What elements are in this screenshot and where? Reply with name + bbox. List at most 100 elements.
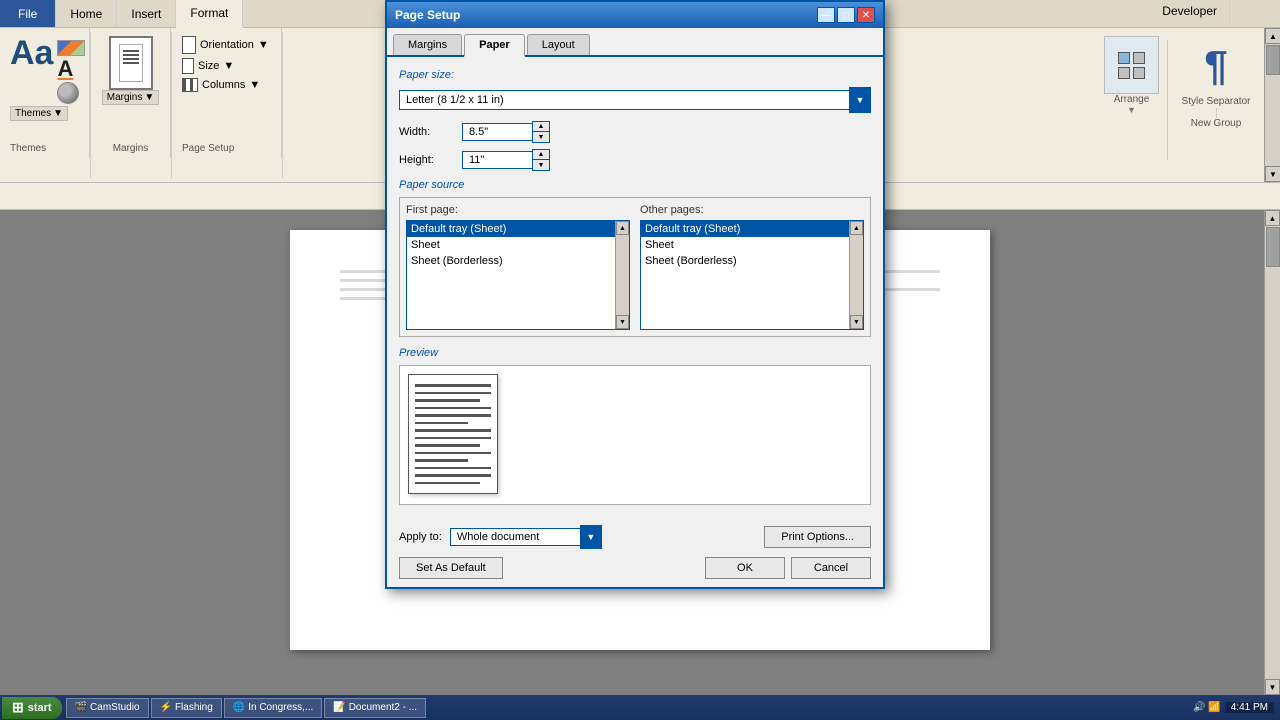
dialog-controls: — □ ✕ [817,7,875,23]
arrange-group: Arrange ▼ [1104,36,1159,115]
dialog-close-btn[interactable]: ✕ [857,7,875,23]
camstudio-icon: 🎬 [75,702,87,713]
dialog-minimize-btn[interactable]: — [817,7,835,23]
browser-icon: 🌐 [233,702,245,713]
other-pages-col: Other pages: Default tray (Sheet) Sheet … [640,204,864,330]
doc-scroll-down-btn[interactable]: ▼ [1265,679,1280,695]
other-pages-scroll-up[interactable]: ▲ [850,221,863,235]
other-pages-scrollbar: ▲ ▼ [849,221,863,329]
ribbon-group-margins: Margins ▼ Margins [91,28,171,158]
style-separator-label: Style Separator [1182,96,1251,108]
paragraph-mark-icon: ¶ [1204,45,1227,87]
congress-label: In Congress,... [248,702,313,713]
paper-size-section-label: Paper size: [399,69,871,81]
first-page-scroll-up[interactable]: ▲ [616,221,629,235]
taskbar-items: 🎬 CamStudio ⚡ Flashing 🌐 In Congress,...… [62,698,426,718]
other-pages-scroll-down[interactable]: ▼ [850,315,863,329]
first-page-item-2[interactable]: Sheet (Borderless) [407,253,629,269]
margins-button[interactable]: Margins ▼ [102,90,159,105]
taskbar-item-flashing[interactable]: ⚡ Flashing [151,698,222,718]
height-input[interactable] [462,151,532,169]
other-pages-item-1[interactable]: Sheet [641,237,863,253]
preview-line-13 [415,474,491,477]
taskbar-clock: 4:41 PM [1225,702,1274,713]
dialog-title: Page Setup [395,8,460,22]
ribbon-group-themes: Aa A Themes ▼ Themes [0,28,90,158]
first-page-col: First page: Default tray (Sheet) Sheet S… [406,204,630,330]
height-decrement-btn[interactable]: ▼ [533,160,549,170]
themes-label: Themes [15,108,51,119]
preview-line-9 [415,444,480,447]
themes-font-icon: A [57,58,85,80]
arrange-chevron: ▼ [1127,105,1136,115]
set-default-button[interactable]: Set As Default [399,557,503,579]
taskbar-item-congress[interactable]: 🌐 In Congress,... [224,698,322,718]
cancel-button[interactable]: Cancel [791,557,871,579]
apply-to-dropdown-btn[interactable]: ▼ [580,525,602,549]
height-increment-btn[interactable]: ▲ [533,150,549,160]
tab-format[interactable]: Format [176,0,243,28]
tab-file[interactable]: File [0,0,56,27]
tab-paper[interactable]: Paper [464,34,525,57]
tab-home[interactable]: Home [56,0,117,27]
themes-button[interactable]: Themes ▼ [10,106,68,121]
height-spinner: ▲ ▼ [462,149,550,171]
first-page-item-0[interactable]: Default tray (Sheet) [407,221,629,237]
columns-button[interactable]: Columns ▼ [182,78,269,92]
width-decrement-btn[interactable]: ▼ [533,132,549,142]
orientation-button[interactable]: Orientation ▼ [182,36,269,54]
ok-button[interactable]: OK [705,557,785,579]
dialog-body: Paper size: Letter (8 1/2 x 11 in) ▼ Wid… [387,57,883,517]
first-page-listbox-container: Default tray (Sheet) Sheet Sheet (Border… [406,220,630,330]
preview-line-11 [415,459,468,462]
apply-row: Apply to: Whole document ▼ Print Options… [399,525,871,549]
arrange-button[interactable] [1104,36,1159,94]
margins-group-label: Margins [113,139,149,154]
print-options-button[interactable]: Print Options... [764,526,871,548]
width-spinner-btns: ▲ ▼ [532,121,550,143]
first-page-item-1[interactable]: Sheet [407,237,629,253]
width-increment-btn[interactable]: ▲ [533,122,549,132]
start-label: start [28,702,52,714]
tab-margins[interactable]: Margins [393,34,462,55]
paper-source-label: Paper source [399,179,871,191]
paper-size-dropdown-btn[interactable]: ▼ [849,87,871,113]
preview-box [399,365,871,505]
taskbar-item-document[interactable]: 📝 Document2 - ... [324,698,426,718]
camstudio-label: CamStudio [90,702,139,713]
size-button[interactable]: Size ▼ [182,58,269,74]
start-button[interactable]: ⊞ start [2,697,62,719]
preview-page [408,374,498,494]
page-setup-group-label: Page Setup [182,139,234,154]
ribbon-scroll-up[interactable]: ▲ [1265,28,1280,44]
doc-scroll-thumb [1266,227,1280,267]
preview-line-8 [415,437,491,440]
dialog-maximize-btn[interactable]: □ [837,7,855,23]
width-input[interactable] [462,123,532,141]
style-separator-group: ¶ Style Separator New Group [1176,36,1256,129]
preview-line-6 [415,422,468,425]
ribbon-scroll-down[interactable]: ▼ [1265,166,1280,182]
taskbar-item-camstudio[interactable]: 🎬 CamStudio [66,698,149,718]
tab-developer[interactable]: Developer [1150,0,1230,22]
windows-icon: ⊞ [12,699,24,716]
tab-insert[interactable]: Insert [117,0,176,27]
ok-cancel-buttons: OK Cancel [705,557,871,579]
first-page-scroll-down[interactable]: ▼ [616,315,629,329]
apply-to-select[interactable]: Whole document [450,528,580,546]
tab-layout[interactable]: Layout [527,34,590,55]
other-pages-item-0[interactable]: Default tray (Sheet) [641,221,863,237]
size-icon [182,58,194,74]
height-row: Height: ▲ ▼ [399,149,871,171]
style-separator-button[interactable]: ¶ [1187,36,1245,96]
other-pages-listbox[interactable]: Default tray (Sheet) Sheet Sheet (Border… [640,220,864,330]
other-pages-item-2[interactable]: Sheet (Borderless) [641,253,863,269]
first-page-listbox[interactable]: Default tray (Sheet) Sheet Sheet (Border… [406,220,630,330]
preview-line-14 [415,482,480,485]
apply-to-label: Apply to: [399,531,442,543]
paper-size-select[interactable]: Letter (8 1/2 x 11 in) [399,90,849,110]
preview-label: Preview [399,347,871,359]
doc-scroll-up-btn[interactable]: ▲ [1265,210,1280,226]
tray-icons: 🔊 📶 [1193,702,1221,713]
themes-aa-icon: Aa [10,36,53,104]
